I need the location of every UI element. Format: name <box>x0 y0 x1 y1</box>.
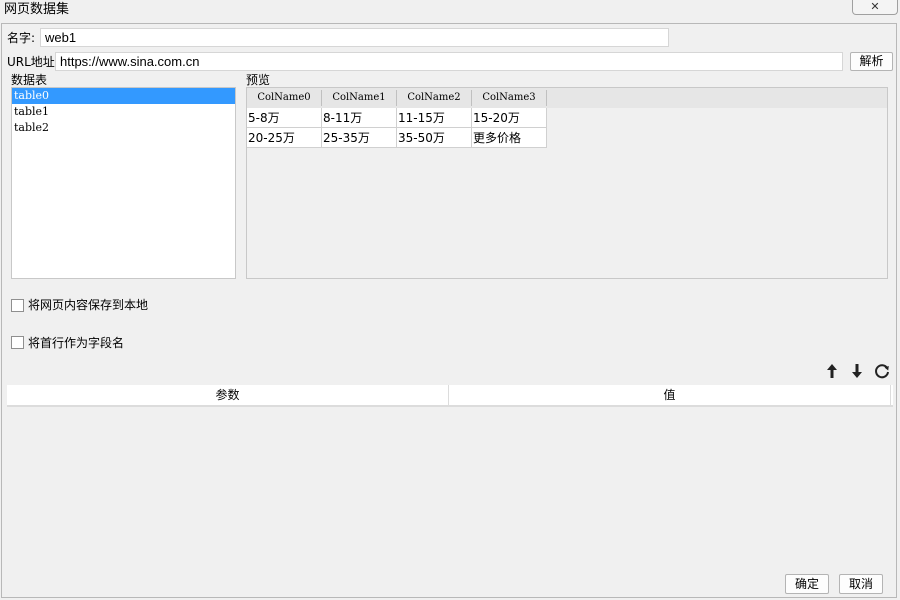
param-column-header: 参数 <box>7 385 449 405</box>
refresh-button[interactable] <box>872 361 892 381</box>
dialog-window: 网页数据集 ✕ 名字: web1 URL地址 https://www.sina.… <box>0 0 900 600</box>
close-icon: ✕ <box>870 0 880 13</box>
preview-column-header: ColName0 <box>247 90 322 106</box>
preview-column-header: ColName2 <box>397 90 472 106</box>
preview-label: 预览 <box>246 73 271 87</box>
arrow-down-icon <box>852 364 862 378</box>
ok-button[interactable]: 确定 <box>785 574 829 594</box>
url-input[interactable]: https://www.sina.com.cn <box>55 52 843 71</box>
preview-column-header: ColName3 <box>472 90 547 106</box>
name-input-value: web1 <box>45 30 77 45</box>
name-input[interactable]: web1 <box>40 28 669 47</box>
table-list-item[interactable]: table1 <box>12 104 235 120</box>
save-local-label: 将网页内容保存到本地 <box>28 298 149 312</box>
preview-column-header: ColName1 <box>322 90 397 106</box>
preview-cell: 35-50万 <box>397 128 472 148</box>
preview-grid[interactable]: ColName0 ColName1 ColName2 ColName3 5-8万… <box>246 87 888 279</box>
cancel-button[interactable]: 取消 <box>839 574 883 594</box>
table-list-item[interactable]: table2 <box>12 120 235 136</box>
refresh-icon <box>875 364 889 379</box>
preview-cell: 15-20万 <box>472 108 547 128</box>
first-row-header-checkbox[interactable] <box>11 336 24 349</box>
tables-label: 数据表 <box>11 73 48 87</box>
preview-grid-header: ColName0 ColName1 ColName2 ColName3 <box>247 88 887 108</box>
name-label: 名字: <box>7 31 36 45</box>
move-down-button[interactable] <box>847 361 867 381</box>
window-title: 网页数据集 <box>4 2 70 17</box>
close-button[interactable]: ✕ <box>852 0 898 15</box>
preview-cell: 11-15万 <box>397 108 472 128</box>
params-table[interactable]: 参数 值 <box>7 385 893 570</box>
title-bar: 网页数据集 ✕ <box>0 0 900 22</box>
preview-cell: 25-35万 <box>322 128 397 148</box>
url-input-value: https://www.sina.com.cn <box>60 54 200 69</box>
preview-cell: 20-25万 <box>247 128 322 148</box>
preview-cell: 8-11万 <box>322 108 397 128</box>
tables-list[interactable]: table0 table1 table2 <box>11 87 236 279</box>
url-label: URL地址 <box>7 55 55 69</box>
table-list-item[interactable]: table0 <box>12 88 235 104</box>
first-row-header-label: 将首行作为字段名 <box>28 336 125 350</box>
value-column-header: 值 <box>449 385 891 405</box>
preview-cell: 更多价格 <box>472 128 547 148</box>
move-up-button[interactable] <box>822 361 842 381</box>
save-local-checkbox[interactable] <box>11 299 24 312</box>
preview-cell: 5-8万 <box>247 108 322 128</box>
arrow-up-icon <box>827 364 837 378</box>
parse-button[interactable]: 解析 <box>850 52 893 71</box>
params-table-header: 参数 值 <box>7 385 893 407</box>
